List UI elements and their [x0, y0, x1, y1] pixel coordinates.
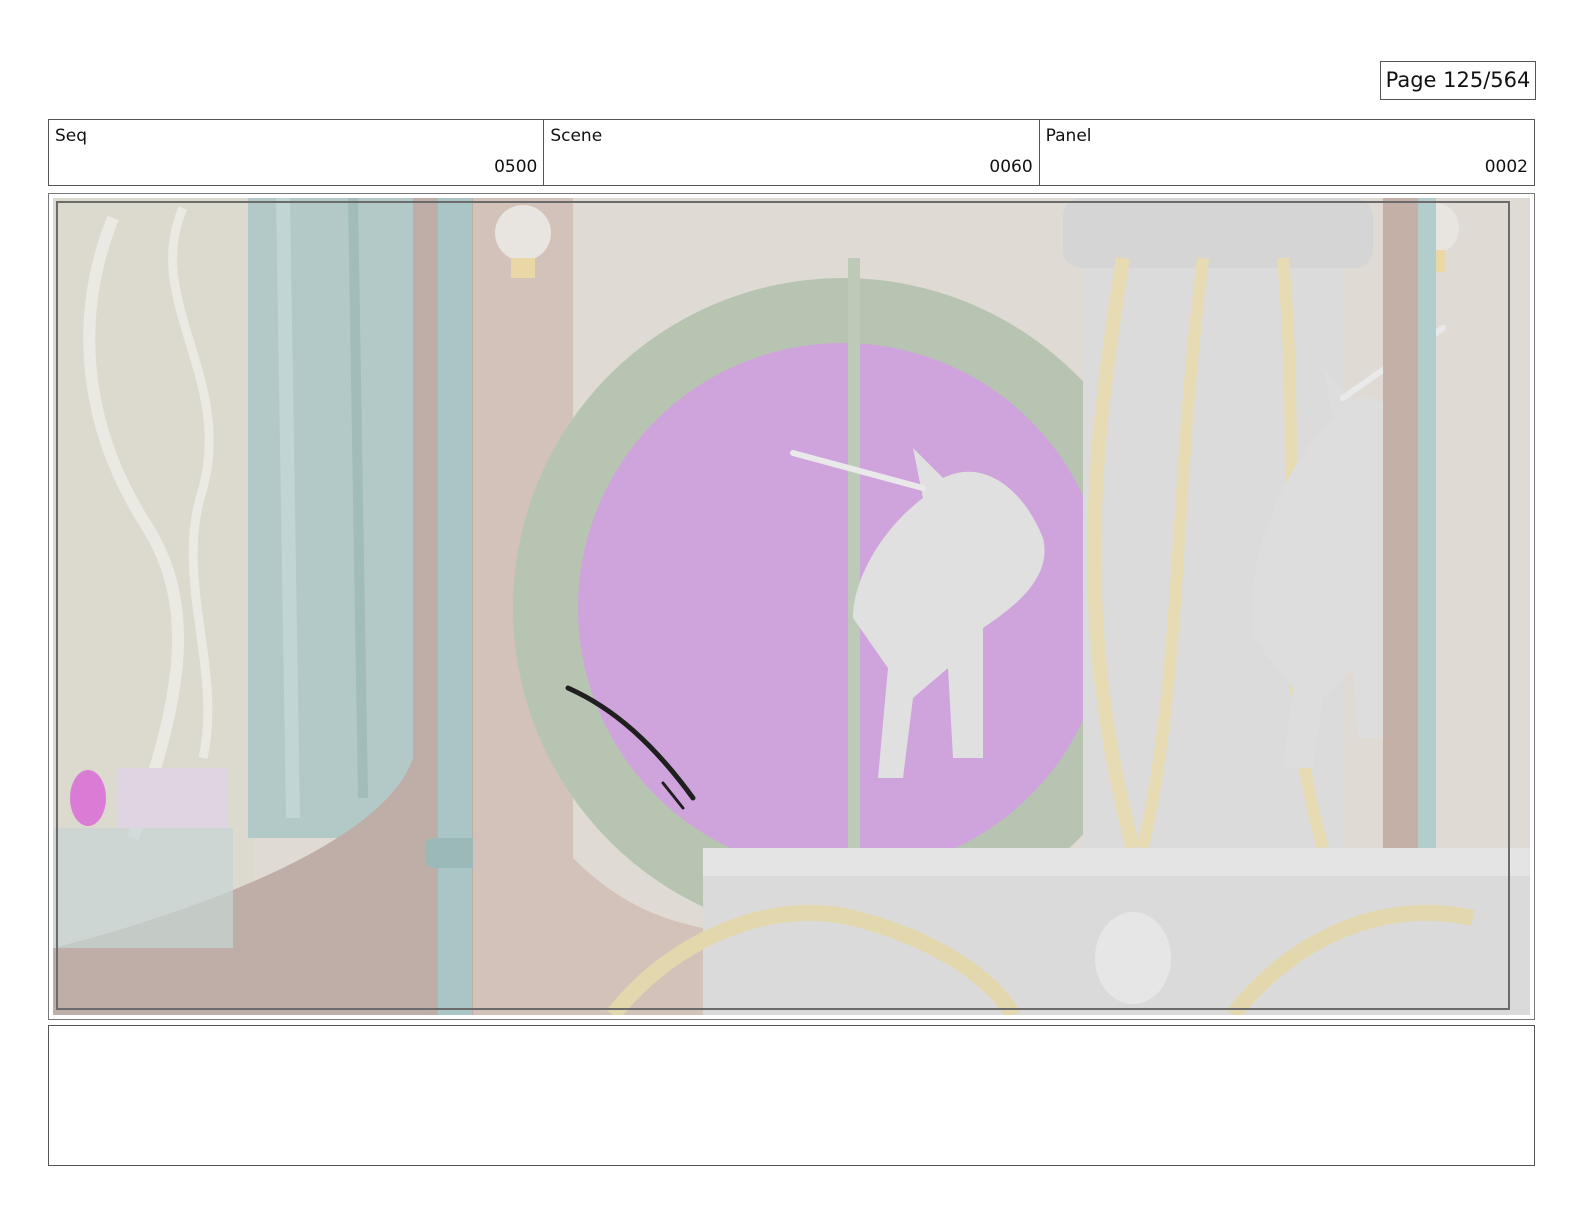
shot-header: Seq 0500 Scene 0060 Panel 0002 — [48, 119, 1535, 186]
page-number-label: Page 125/564 — [1380, 61, 1536, 100]
panel-title: Panel — [1045, 126, 1092, 146]
panel-cell: Panel 0002 — [1040, 120, 1534, 185]
storyboard-panel-frame — [48, 193, 1535, 1020]
seq-cell: Seq 0500 — [49, 120, 545, 185]
seq-value: 0500 — [494, 157, 538, 177]
wash-overlay — [53, 198, 1530, 1015]
panel-value: 0002 — [1484, 157, 1528, 177]
panel-notes-box[interactable] — [48, 1025, 1535, 1166]
storyboard-scene-illustration — [53, 198, 1530, 1015]
scene-title: Scene — [550, 126, 603, 146]
scene-value: 0060 — [989, 157, 1033, 177]
scene-cell: Scene 0060 — [544, 120, 1040, 185]
storyboard-panel-image — [53, 198, 1530, 1015]
seq-title: Seq — [55, 126, 88, 146]
